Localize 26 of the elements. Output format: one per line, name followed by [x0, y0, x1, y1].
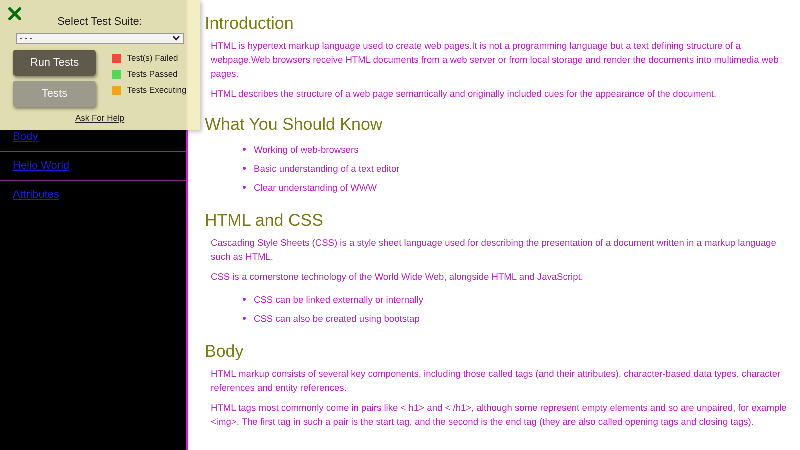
section-heading: Body	[205, 342, 245, 362]
paragraph: HTML tags most commonly come in pairs like < h1> and < /h1>, although some represent empty elements and so are unpaired, for example <img>. The first tag in such a pair is the start tag, and the second is the end tag (they are also called opening tags and closing tags).	[211, 402, 788, 429]
list-item: Working of web-browsers	[254, 144, 359, 154]
list-item: Basic understanding of a text editor	[254, 164, 400, 174]
legend-label: Test(s) Failed	[127, 53, 178, 63]
section-heading: What You Should Know	[205, 115, 384, 135]
sidebar-link[interactable]: Hello World	[13, 160, 70, 172]
paragraph: HTML markup consists of several key components, including those called tags (and their attributes), character-based data types, character references and entity references.	[211, 368, 782, 395]
section-heading: Introduction	[205, 14, 295, 34]
legend-label: Tests Passed	[127, 69, 178, 79]
help-link[interactable]: Ask For Help	[75, 113, 125, 123]
sidebar-link[interactable]: Attributes	[13, 189, 60, 201]
legend-label: Tests Executing	[127, 85, 187, 95]
paragraph: HTML is hypertext markup language used to create web pages.It is not a programming language but a text defining structure of a webpage.Web browsers receive HTML documents from a web server or from local storage and render the documents into multimedia web pages.	[211, 40, 780, 81]
list-item: Clear understanding of WWW	[254, 182, 377, 192]
suite-dropdown[interactable]: - - -	[16, 33, 184, 44]
section-heading: HTML and CSS	[205, 211, 324, 231]
paragraph: Cascading Style Sheets (CSS) is a style sheet language used for describing the presentation of a document written in a markup language such as HTML.	[211, 237, 778, 264]
list-item: CSS can also be created using bootstap	[254, 314, 420, 324]
paragraph: HTML describes the structure of a web page semantically and originally included cues for the appearance of the document.	[211, 88, 718, 101]
paragraph: CSS is a cornerstone technology of the World Wide Web, alongside HTML and JavaScript.	[211, 271, 584, 284]
run-tests-button[interactable]: Run Tests	[13, 50, 96, 76]
list-item: CSS can be linked externally or internally	[254, 294, 424, 304]
select-label: Select Test Suite:	[58, 16, 142, 28]
tests-button[interactable]: Tests	[13, 81, 96, 107]
sidebar-link[interactable]: Body	[13, 131, 38, 143]
